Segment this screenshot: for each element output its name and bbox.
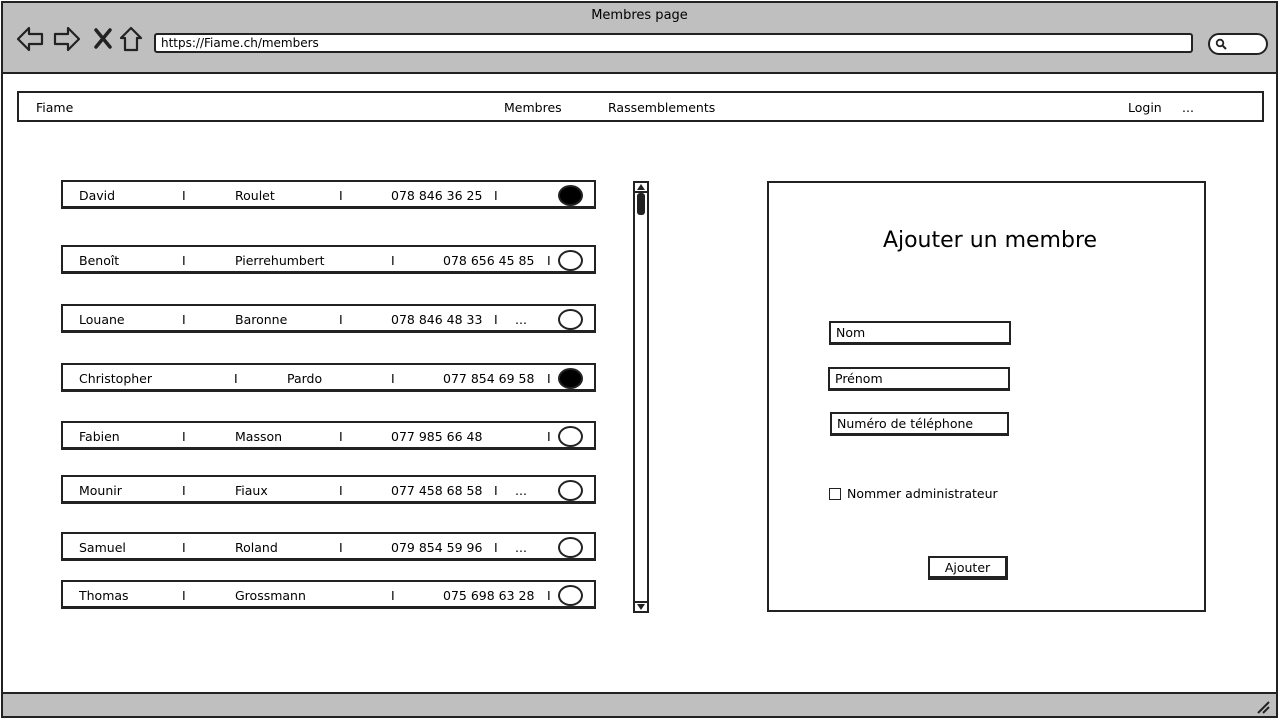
member-first-name: Christopher [79,371,153,386]
admin-status-toggle[interactable] [558,480,583,501]
back-arrow-icon[interactable] [16,25,44,53]
column-separator: I [182,188,186,203]
column-separator: I [494,188,498,203]
last-name-input[interactable] [829,321,1011,345]
member-last-name: Pierrehumbert [235,253,325,268]
member-phone: 078 846 48 33 [391,312,483,327]
column-separator: I [391,371,395,386]
admin-status-toggle[interactable] [558,585,583,606]
member-extra: ... [515,540,527,555]
admin-status-toggle[interactable] [558,250,583,271]
nav-more-link[interactable]: ... [1182,100,1194,115]
admin-checkbox[interactable] [829,488,841,500]
member-phone: 077 458 68 58 [391,483,483,498]
member-row[interactable]: David I Roulet I 078 846 36 25 I [61,180,596,209]
home-icon[interactable] [117,25,145,53]
add-member-form: Ajouter un membre Nommer administrateur … [767,181,1206,612]
close-x-icon[interactable] [89,25,117,53]
member-phone: 075 698 63 28 [443,588,535,603]
browser-titlebar: Membres page https://Fiame.ch/members [3,3,1276,74]
admin-checkbox-row[interactable]: Nommer administrateur [829,486,998,501]
member-first-name: Samuel [79,540,126,555]
column-separator: I [494,312,498,327]
member-last-name: Roulet [235,188,275,203]
member-last-name: Grossmann [235,588,306,603]
column-separator: I [339,312,343,327]
phone-input[interactable] [830,412,1009,436]
column-separator: I [182,588,186,603]
nav-login-link[interactable]: Login [1128,100,1162,115]
member-first-name: Thomas [79,588,129,603]
search-icon [1215,38,1227,50]
member-first-name: Mounir [79,483,122,498]
admin-status-toggle[interactable] [558,537,583,558]
admin-status-toggle[interactable] [558,185,583,206]
member-first-name: Benoît [79,253,120,268]
column-separator: I [547,253,551,268]
member-last-name: Masson [235,429,283,444]
nav-members-link[interactable]: Membres [504,100,562,115]
member-phone: 079 854 59 96 [391,540,483,555]
column-separator: I [182,312,186,327]
column-separator: I [494,540,498,555]
browser-statusbar [3,692,1276,716]
form-title: Ajouter un membre [882,228,1098,253]
window-title: Membres page [591,8,688,23]
member-first-name: Fabien [79,429,120,444]
member-extra: ... [515,312,527,327]
admin-checkbox-label: Nommer administrateur [847,486,998,501]
address-bar[interactable]: https://Fiame.ch/members [154,33,1193,53]
nav-gatherings-link[interactable]: Rassemblements [608,100,715,115]
member-row[interactable]: Louane I Baronne I 078 846 48 33 I ... [61,304,596,333]
scroll-up-arrow-icon[interactable] [637,184,645,190]
member-row[interactable]: Christopher I Pardo I 077 854 69 58 I [61,363,596,392]
member-last-name: Fiaux [235,483,268,498]
scroll-down-arrow-icon[interactable] [637,604,645,610]
column-separator: I [182,540,186,555]
member-first-name: David [79,188,116,203]
member-row[interactable]: Mounir I Fiaux I 077 458 68 58 I ... [61,475,596,504]
member-phone: 077 985 66 48 [391,429,483,444]
member-phone: 078 656 45 85 [443,253,535,268]
resize-grip-icon[interactable] [1256,700,1270,714]
member-row[interactable]: Fabien I Masson I 077 985 66 48 I [61,421,596,450]
member-phone: 078 846 36 25 [391,188,483,203]
column-separator: I [339,188,343,203]
column-separator: I [182,253,186,268]
member-extra: ... [515,483,527,498]
member-row[interactable]: Thomas I Grossmann I 075 698 63 28 I [61,580,596,609]
member-phone: 077 854 69 58 [443,371,535,386]
forward-arrow-icon[interactable] [53,25,81,53]
scrollbar-divider [635,601,647,603]
column-separator: I [182,483,186,498]
brand-link[interactable]: Fiame [36,100,73,115]
browser-search-box[interactable] [1208,33,1268,55]
column-separator: I [494,483,498,498]
admin-status-toggle[interactable] [558,368,583,389]
member-row[interactable]: Samuel I Roland I 079 854 59 96 I ... [61,532,596,561]
column-separator: I [547,371,551,386]
column-separator: I [391,253,395,268]
member-first-name: Louane [79,312,125,327]
first-name-input[interactable] [828,367,1010,391]
column-separator: I [182,429,186,444]
member-last-name: Roland [235,540,278,555]
member-last-name: Pardo [287,371,323,386]
column-separator: I [339,429,343,444]
member-row[interactable]: Benoît I Pierrehumbert I 078 656 45 85 I [61,245,596,274]
admin-status-toggle[interactable] [558,309,583,330]
browser-window: Membres page https://Fiame.ch/members Fi… [1,1,1278,718]
scrollbar-thumb[interactable] [637,193,645,215]
add-member-button[interactable]: Ajouter [928,556,1008,580]
column-separator: I [547,429,551,444]
column-separator: I [547,588,551,603]
column-separator: I [391,588,395,603]
column-separator: I [339,540,343,555]
column-separator: I [234,371,238,386]
member-last-name: Baronne [235,312,288,327]
member-list-scrollbar[interactable] [633,181,649,613]
admin-status-toggle[interactable] [558,426,583,447]
column-separator: I [339,483,343,498]
top-menu-bar: Fiame Membres Rassemblements Login ... [17,91,1264,122]
